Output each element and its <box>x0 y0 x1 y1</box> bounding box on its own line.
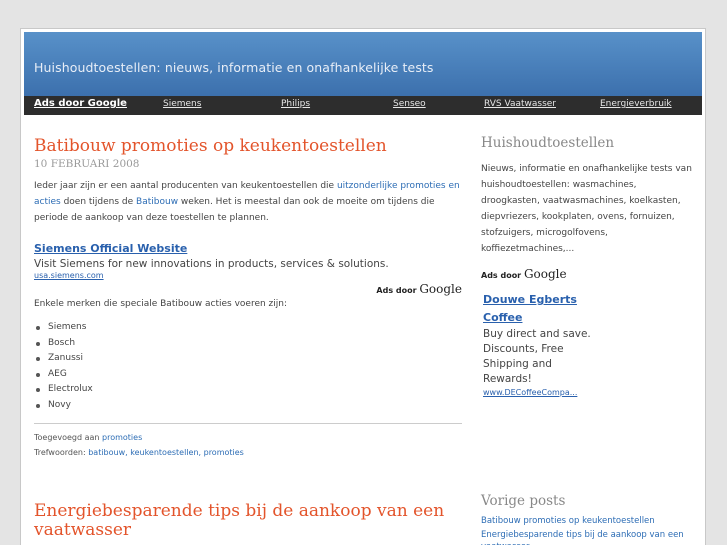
ads-badge-prefix: Ads door <box>481 271 522 280</box>
inline-ad: Siemens Official Website Visit Siemens f… <box>34 242 462 296</box>
sidebar: Huishoudtoestellen Nieuws, informatie en… <box>481 135 696 545</box>
previous-posts-title: Vorige posts <box>481 493 566 509</box>
post-title[interactable]: Batibouw promoties op keukentoestellen <box>34 137 462 156</box>
category-link[interactable]: promoties <box>102 433 142 442</box>
brands-intro: Enkele merken die speciale Batibouw acti… <box>34 299 288 309</box>
site-header: Huishoudtoestellen: nieuws, informatie e… <box>24 32 702 96</box>
nav-item-senseo[interactable]: Senseo <box>393 99 426 109</box>
intro-text: doen tijdens de <box>60 197 137 207</box>
ads-badge-prefix: Ads door <box>376 286 417 295</box>
list-item: Electrolux <box>34 382 462 398</box>
page-frame: Huishoudtoestellen: nieuws, informatie e… <box>20 28 706 545</box>
ads-by-google-badge[interactable]: Ads door Google <box>481 267 696 281</box>
previous-posts-list: Batibouw promoties op keukentoestellen E… <box>481 515 696 545</box>
google-logo: Google <box>523 267 567 281</box>
added-label: Toegevoegd aan <box>34 433 103 442</box>
nav-ads-label[interactable]: Ads door Google <box>34 98 127 109</box>
post-title[interactable]: Energiebesparende tips bij de aankoop va… <box>34 502 462 540</box>
post-intro: Ieder jaar zijn er een aantal producente… <box>34 178 462 226</box>
previous-post-link[interactable]: Energiebesparende tips bij de aankoop va… <box>481 529 696 545</box>
previous-post-link[interactable]: Batibouw promoties op keukentoestellen <box>481 515 696 527</box>
nav-item-rvs-vaatwasser[interactable]: RVS Vaatwasser <box>484 99 556 109</box>
batibouw-link[interactable]: Batibouw <box>136 197 178 207</box>
ad-title[interactable]: Siemens Official Website <box>34 242 462 255</box>
list-item: Novy <box>34 398 462 414</box>
sidebar-description: Nieuws, informatie en onafhankelijke tes… <box>481 164 692 254</box>
site-title[interactable]: Huishoudtoestellen: nieuws, informatie e… <box>34 60 434 75</box>
divider <box>34 423 462 424</box>
list-item: Zanussi <box>34 351 462 367</box>
list-item: AEG <box>34 367 462 383</box>
ads-by-google-badge[interactable]: Ads door Google <box>376 282 462 296</box>
post-meta: Toegevoegd aan promoties Trefwoorden: ba… <box>34 430 462 460</box>
tags-links[interactable]: batibouw, keukentoestellen, promoties <box>88 448 244 457</box>
ad-title[interactable]: Coffee <box>483 309 593 327</box>
ad-description: Visit Siemens for new innovations in pro… <box>34 258 389 270</box>
list-item: Siemens <box>34 320 462 336</box>
post: Batibouw promoties op keukentoestellen 1… <box>34 137 462 460</box>
brand-list: Siemens Bosch Zanussi AEG Electrolux Nov… <box>34 320 462 413</box>
nav-item-siemens[interactable]: Siemens <box>163 99 201 109</box>
sidebar-ad: Douwe Egberts Coffee Buy direct and save… <box>483 291 593 397</box>
google-logo: Google <box>419 282 462 296</box>
intro-text: Ieder jaar zijn er een aantal producente… <box>34 181 337 191</box>
sidebar-title: Huishoudtoestellen <box>481 135 615 151</box>
ad-url[interactable]: www.DECoffeeCompa... <box>483 388 593 397</box>
tags-label: Trefwoorden: <box>34 448 89 457</box>
post-date: 10 FEBRUARI 2008 <box>34 158 140 170</box>
nav-bar: Ads door Google Siemens Philips Senseo R… <box>24 96 702 115</box>
nav-item-philips[interactable]: Philips <box>281 99 310 109</box>
main-content: Batibouw promoties op keukentoestellen 1… <box>34 137 462 540</box>
ad-url[interactable]: usa.siemens.com <box>34 271 462 280</box>
ad-description: Buy direct and save. Discounts, Free Shi… <box>483 328 591 385</box>
list-item: Bosch <box>34 336 462 352</box>
nav-item-energieverbruik[interactable]: Energieverbruik <box>600 99 672 109</box>
ad-title[interactable]: Douwe Egberts <box>483 291 593 309</box>
